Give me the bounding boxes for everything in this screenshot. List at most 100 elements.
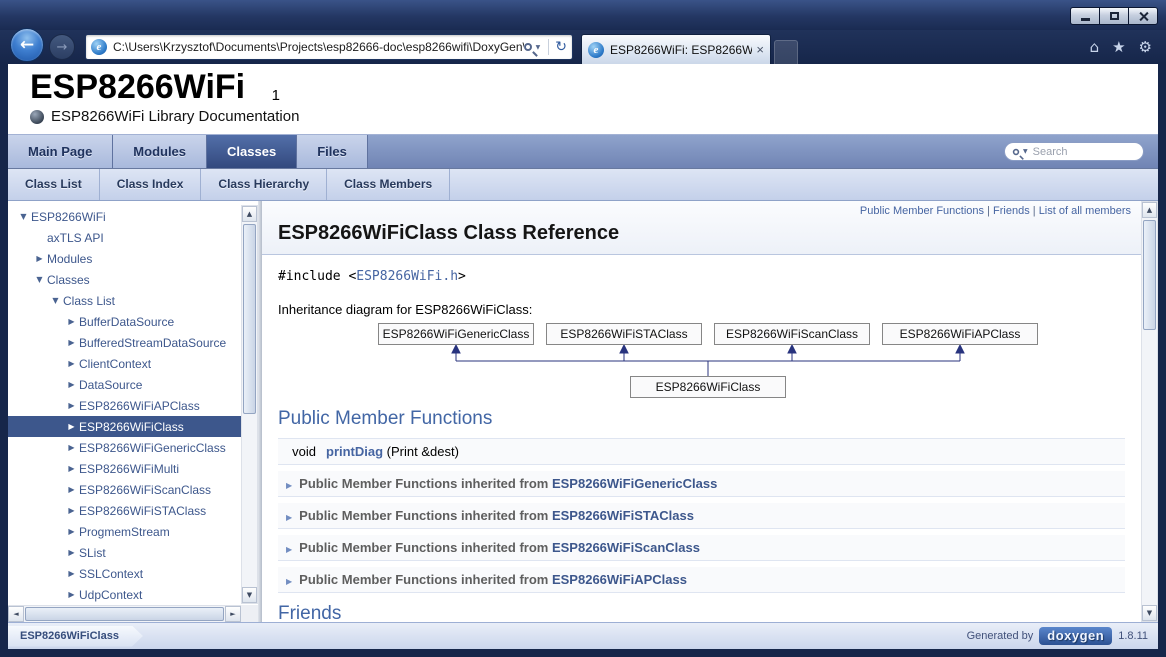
scroll-thumb[interactable] [1143, 220, 1156, 330]
tab-modules[interactable]: Modules [113, 135, 207, 168]
forward-button[interactable]: → [49, 34, 75, 60]
browser-tab[interactable]: e ESP8266WiFi: ESP8266WiFi... × [581, 34, 771, 64]
tab-main-page[interactable]: Main Page [8, 135, 113, 168]
chevron-right-icon[interactable]: ▶ [64, 506, 79, 515]
chevron-down-icon[interactable]: ▼ [16, 212, 31, 221]
tree-item-esp8266wifimulti[interactable]: ▶ESP8266WiFiMulti [8, 458, 241, 479]
tab-close-icon[interactable]: × [756, 42, 764, 57]
summary-link-public-member-functions[interactable]: Public Member Functions [860, 205, 984, 217]
scroll-thumb[interactable] [243, 224, 256, 414]
chevron-down-icon[interactable]: ▼ [32, 275, 47, 284]
tab-files[interactable]: Files [297, 135, 368, 168]
chevron-right-icon[interactable]: ▶ [64, 548, 79, 557]
tree-item-esp8266wifiscanclass[interactable]: ▶ESP8266WiFiScanClass [8, 479, 241, 500]
subtab-class-hierarchy[interactable]: Class Hierarchy [201, 169, 327, 200]
class-link-esp8266wifistaclass[interactable]: ESP8266WiFiSTAClass [552, 508, 694, 523]
scroll-up-icon[interactable]: ▲ [1142, 202, 1157, 218]
content-vertical-scrollbar[interactable]: ▲ ▼ [1141, 201, 1158, 622]
favorites-star-icon[interactable]: ★ [1112, 38, 1125, 56]
sidebar-horizontal-scrollbar[interactable]: ◄ ► [8, 605, 241, 622]
tree-item-sslcontext[interactable]: ▶SSLContext [8, 563, 241, 584]
class-link-esp8266wifigenericclass[interactable]: ESP8266WiFiGenericClass [552, 476, 717, 491]
tree-item-datasource[interactable]: ▶DataSource [8, 374, 241, 395]
chevron-right-icon[interactable]: ▶ [64, 464, 79, 473]
inherited-header-esp8266wifiapclass[interactable]: ▶Public Member Functions inherited from … [278, 567, 1125, 593]
scroll-track[interactable] [1142, 218, 1157, 605]
chevron-right-icon[interactable]: ▶ [64, 317, 79, 326]
tree-item-class-list[interactable]: ▼Class List [8, 290, 241, 311]
inherited-header-esp8266wifiscanclass[interactable]: ▶Public Member Functions inherited from … [278, 535, 1125, 561]
subtab-class-members[interactable]: Class Members [327, 169, 450, 200]
class-link-esp8266wifiapclass[interactable]: ESP8266WiFiAPClass [552, 572, 687, 587]
tree-item-esp8266wificlass[interactable]: ▶ESP8266WiFiClass [8, 416, 241, 437]
tree-item-axtls-api[interactable]: axTLS API [8, 227, 241, 248]
scroll-track[interactable] [24, 606, 225, 622]
scroll-down-icon[interactable]: ▼ [1142, 605, 1157, 621]
refresh-icon[interactable]: ↻ [555, 39, 567, 55]
subtab-class-index[interactable]: Class Index [100, 169, 202, 200]
inherited-header-esp8266wifistaclass[interactable]: ▶Public Member Functions inherited from … [278, 503, 1125, 529]
chevron-right-icon[interactable]: ▶ [64, 359, 79, 368]
tree-item-bufferdatasource[interactable]: ▶BufferDataSource [8, 311, 241, 332]
tree-item-bufferedstreamdatasource[interactable]: ▶BufferedStreamDataSource [8, 332, 241, 353]
diagram-box-esp8266wifigenericclass[interactable]: ESP8266WiFiGenericClass [378, 323, 534, 345]
breadcrumb[interactable]: ESP8266WiFiClass [8, 626, 143, 647]
maximize-icon [1110, 12, 1119, 20]
tree-item-udpcontext[interactable]: ▶UdpContext [8, 584, 241, 605]
tab-classes[interactable]: Classes [207, 135, 297, 168]
chevron-right-icon[interactable]: ▶ [32, 254, 47, 263]
sidebar-vertical-scrollbar[interactable]: ▲ ▼ [241, 205, 258, 604]
address-url[interactable]: C:\Users\Krzysztof\Documents\Projects\es… [113, 40, 524, 54]
tree-item-slist[interactable]: ▶SList [8, 542, 241, 563]
subtab-class-list[interactable]: Class List [8, 169, 100, 200]
tree-item-esp8266wifiapclass[interactable]: ▶ESP8266WiFiAPClass [8, 395, 241, 416]
address-bar[interactable]: e C:\Users\Krzysztof\Documents\Projects\… [85, 34, 573, 60]
diagram-box-esp8266wifiscanclass[interactable]: ESP8266WiFiScanClass [714, 323, 870, 345]
chevron-right-icon[interactable]: ▶ [64, 527, 79, 536]
search-box[interactable]: ▼ Search [1004, 142, 1144, 161]
close-button[interactable] [1128, 7, 1158, 25]
tree-item-esp8266wifistaclass[interactable]: ▶ESP8266WiFiSTAClass [8, 500, 241, 521]
chevron-right-icon[interactable]: ▶ [64, 401, 79, 410]
member-link-printdiag[interactable]: printDiag [326, 444, 383, 459]
chevron-right-icon[interactable]: ▶ [64, 569, 79, 578]
scroll-thumb[interactable] [25, 607, 224, 621]
tree-item-esp8266wifigenericclass[interactable]: ▶ESP8266WiFiGenericClass [8, 437, 241, 458]
search-icon[interactable] [524, 43, 532, 51]
scroll-left-icon[interactable]: ◄ [8, 606, 24, 622]
scroll-down-icon[interactable]: ▼ [242, 587, 257, 603]
new-tab-button[interactable] [774, 40, 798, 64]
chevron-right-icon[interactable]: ▶ [64, 443, 79, 452]
summary-link-list-of-all-members[interactable]: List of all members [1039, 205, 1131, 217]
scroll-track[interactable] [242, 222, 257, 587]
tree-item-classes[interactable]: ▼Classes [8, 269, 241, 290]
chevron-right-icon[interactable]: ▶ [64, 380, 79, 389]
include-file-link[interactable]: ESP8266WiFi.h [356, 269, 458, 284]
scroll-up-icon[interactable]: ▲ [242, 206, 257, 222]
diagram-box-esp8266wifistaclass[interactable]: ESP8266WiFiSTAClass [546, 323, 702, 345]
minimize-button[interactable] [1070, 7, 1100, 25]
tree-item-clientcontext[interactable]: ▶ClientContext [8, 353, 241, 374]
chevron-down-icon[interactable]: ▼ [536, 44, 541, 51]
class-link-esp8266wifiscanclass[interactable]: ESP8266WiFiScanClass [552, 540, 700, 555]
tree-item-progmemstream[interactable]: ▶ProgmemStream [8, 521, 241, 542]
chevron-right-icon[interactable]: ▶ [64, 422, 79, 431]
chevron-right-icon[interactable]: ▶ [64, 338, 79, 347]
home-icon[interactable]: ⌂ [1090, 38, 1100, 56]
chevron-right-icon[interactable]: ▶ [64, 590, 79, 599]
inherited-header-esp8266wifigenericclass[interactable]: ▶Public Member Functions inherited from … [278, 471, 1125, 497]
scroll-right-icon[interactable]: ► [225, 606, 241, 622]
inherited-prefix: Public Member Functions inherited from [299, 572, 552, 587]
doxygen-logo[interactable]: doxygen [1039, 627, 1112, 645]
summary-link-friends[interactable]: Friends [993, 205, 1030, 217]
diagram-box-esp8266wifiapclass[interactable]: ESP8266WiFiAPClass [882, 323, 1038, 345]
chevron-down-icon[interactable]: ▼ [48, 296, 63, 305]
chevron-down-icon[interactable]: ▼ [1023, 148, 1028, 155]
tree-item-modules[interactable]: ▶Modules [8, 248, 241, 269]
chevron-right-icon[interactable]: ▶ [64, 485, 79, 494]
diagram-box-esp8266wificlass[interactable]: ESP8266WiFiClass [630, 376, 786, 398]
settings-gear-icon[interactable]: ⚙ [1139, 38, 1152, 56]
maximize-button[interactable] [1099, 7, 1129, 25]
back-button[interactable]: ← [10, 28, 44, 62]
tree-item-esp8266wifi[interactable]: ▼ESP8266WiFi [8, 206, 241, 227]
